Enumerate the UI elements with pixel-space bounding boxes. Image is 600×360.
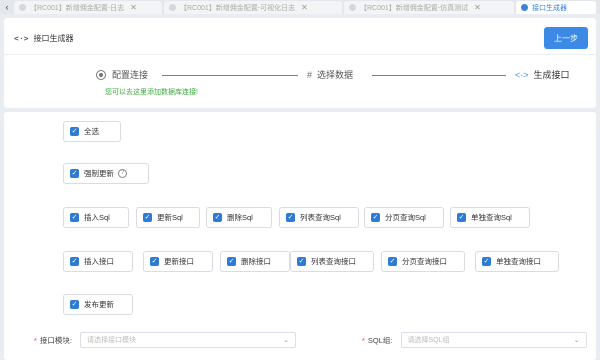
checkbox-label: 单独查询Sql (471, 213, 512, 222)
checkbox-checked-icon: ✓ (371, 213, 380, 222)
step-label: 选择数据 (317, 70, 354, 80)
question-circle-icon[interactable]: ? (118, 169, 127, 178)
checkbox-checked-icon: ✓ (70, 257, 79, 266)
checkbox-label: 插入接口 (84, 257, 114, 266)
tab-status-dot (169, 4, 176, 11)
radio-circle-icon (96, 69, 106, 80)
chevron-down-icon: ⌄ (283, 337, 290, 344)
api-module-field: * 接口模块: 请选择接口模块 ⌄ (34, 332, 297, 348)
sql-group-select[interactable]: 请选择SQL组 ⌄ (400, 332, 587, 348)
close-icon[interactable]: ✕ (474, 3, 481, 12)
force-update-checkbox[interactable]: ✓ 强制更新 ? (63, 163, 149, 184)
checkbox-checked-icon: ✓ (150, 257, 159, 266)
checkbox-checked-icon: ✓ (227, 257, 236, 266)
sql-group-label: SQL组: (367, 335, 393, 345)
publish-update-checkbox[interactable]: ✓ 发布更新 (63, 294, 133, 315)
single-query-sql-checkbox[interactable]: ✓ 单独查询Sql (450, 207, 530, 228)
required-asterisk: * (34, 335, 37, 345)
chevron-down-icon: ⌄ (573, 337, 580, 344)
checkbox-label: 全选 (84, 127, 99, 136)
close-icon[interactable]: ✕ (301, 3, 308, 12)
step-select-data: # 选择数据 (307, 68, 353, 81)
checkbox-label: 列表查询Sql (300, 213, 341, 222)
checkbox-checked-icon: ✓ (143, 213, 152, 222)
checkbox-checked-icon: ✓ (70, 169, 79, 178)
checkbox-label: 强制更新 (84, 169, 114, 178)
add-database-connection-link[interactable]: 您可以去这里添加数据库连接! (105, 87, 198, 97)
checkbox-checked-icon: ✓ (70, 127, 79, 136)
hash-icon: # (307, 69, 313, 80)
generator-header: <·> 接口生成器 上一步 配置连接 # 选择数据 <·> 生成接口 您可以去这… (4, 18, 596, 108)
previous-step-button[interactable]: 上一步 (544, 27, 588, 49)
page-query-api-checkbox[interactable]: ✓ 分页查询接口 (381, 251, 465, 272)
generator-options-panel: ✓ 全选 ✓ 强制更新 ? ✓ 插入Sql ✓ 更新Sql ✓ 删除Sql ✓ … (4, 112, 596, 360)
divider (4, 54, 596, 55)
checkbox-checked-icon: ✓ (297, 257, 306, 266)
checkbox-label: 删除Sql (227, 213, 253, 222)
checkbox-label: 列表查询接口 (311, 257, 356, 266)
select-placeholder: 请选择SQL组 (407, 337, 450, 344)
checkbox-checked-icon: ✓ (482, 257, 491, 266)
code-icon: <·> (515, 69, 529, 80)
checkbox-label: 更新接口 (164, 257, 194, 266)
required-asterisk: * (362, 335, 365, 345)
checkbox-label: 单独查询接口 (496, 257, 541, 266)
select-placeholder: 请选择接口模块 (87, 337, 137, 344)
step-generate-api: <·> 生成接口 (515, 68, 570, 81)
insert-sql-checkbox[interactable]: ✓ 插入Sql (63, 207, 129, 228)
update-api-checkbox[interactable]: ✓ 更新接口 (143, 251, 213, 272)
list-query-sql-checkbox[interactable]: ✓ 列表查询Sql (279, 207, 359, 228)
checkbox-checked-icon: ✓ (388, 257, 397, 266)
tab-status-dot (521, 4, 528, 11)
tab-label: 【RC001】新增佣金配置-仿真测试 (360, 4, 469, 12)
step-configure-connection: 配置连接 (96, 68, 148, 81)
list-query-api-checkbox[interactable]: ✓ 列表查询接口 (290, 251, 374, 272)
step-progress: 配置连接 # 选择数据 <·> 生成接口 (4, 68, 596, 82)
tab-api-generator[interactable]: 接口生成器 (516, 1, 596, 14)
tab-label: 【RC001】新增佣金配置-可视化日志 (180, 4, 296, 12)
tab-commission-log[interactable]: 【RC001】新增佣金配置-日志 ✕ (14, 1, 162, 14)
page-query-sql-checkbox[interactable]: ✓ 分页查询Sql (364, 207, 444, 228)
checkbox-label: 更新Sql (157, 213, 183, 222)
step-label: 生成接口 (533, 70, 570, 80)
step-label: 配置连接 (112, 70, 149, 80)
select-all-checkbox[interactable]: ✓ 全选 (63, 121, 121, 142)
api-module-select[interactable]: 请选择接口模块 ⌄ (80, 332, 297, 348)
tab-status-dot (349, 4, 356, 11)
delete-sql-checkbox[interactable]: ✓ 删除Sql (206, 207, 272, 228)
close-icon[interactable]: ✕ (130, 3, 137, 12)
tab-label: 【RC001】新增佣金配置-日志 (30, 4, 125, 12)
single-query-api-checkbox[interactable]: ✓ 单独查询接口 (475, 251, 559, 272)
checkbox-checked-icon: ✓ (213, 213, 222, 222)
tab-commission-simulation[interactable]: 【RC001】新增佣金配置-仿真测试 ✕ (344, 1, 514, 14)
sql-group-field: * SQL组: 请选择SQL组 ⌄ (362, 332, 587, 348)
update-sql-checkbox[interactable]: ✓ 更新Sql (136, 207, 200, 228)
insert-api-checkbox[interactable]: ✓ 插入接口 (63, 251, 133, 272)
checkbox-label: 分页查询接口 (402, 257, 447, 266)
tab-bar: ‹ 【RC001】新增佣金配置-日志 ✕ 【RC001】新增佣金配置-可视化日志… (0, 0, 600, 14)
checkbox-label: 删除接口 (241, 257, 271, 266)
checkbox-checked-icon: ✓ (70, 213, 79, 222)
code-icon: <·> (14, 34, 29, 43)
checkbox-label: 发布更新 (84, 300, 114, 309)
checkbox-label: 插入Sql (84, 213, 110, 222)
tab-commission-visual-log[interactable]: 【RC001】新增佣金配置-可视化日志 ✕ (164, 1, 342, 14)
checkbox-checked-icon: ✓ (457, 213, 466, 222)
checkbox-checked-icon: ✓ (70, 300, 79, 309)
page-title-text: 接口生成器 (33, 34, 74, 43)
delete-api-checkbox[interactable]: ✓ 删除接口 (220, 251, 290, 272)
tab-scroll-left-icon[interactable]: ‹ (0, 0, 14, 14)
checkbox-checked-icon: ✓ (286, 213, 295, 222)
tab-status-dot (19, 4, 26, 11)
page-title: <·> 接口生成器 (14, 33, 73, 44)
step-connector (162, 75, 298, 76)
step-connector (372, 75, 506, 76)
api-module-label: 接口模块: (39, 335, 73, 345)
checkbox-label: 分页查询Sql (385, 213, 426, 222)
tab-label: 接口生成器 (532, 4, 567, 12)
